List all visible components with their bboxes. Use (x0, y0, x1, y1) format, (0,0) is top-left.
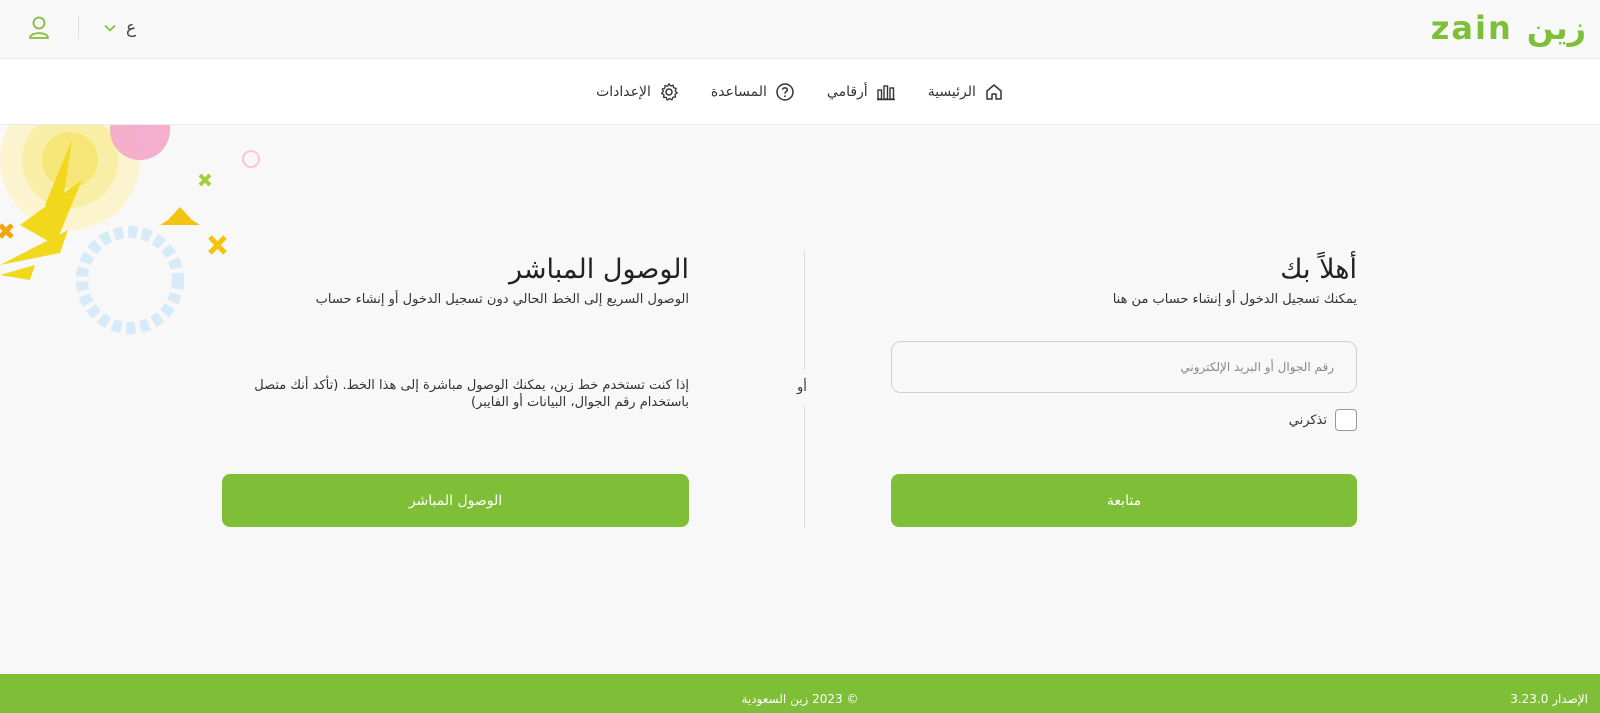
login-subtitle: يمكنك تسجيل الدخول أو إنشاء حساب من هنا (1112, 292, 1357, 307)
home-icon (986, 84, 1002, 100)
nav-item-home[interactable]: الرئيسية (928, 82, 1004, 102)
user-account-button[interactable] (26, 14, 52, 42)
description-line-1: إذا كنت تستخدم خط زين، يمكنك الوصول مباش… (254, 378, 689, 393)
direct-access-button[interactable]: الوصول المباشر (222, 474, 689, 527)
input-placeholder: رقم الجوال أو البريد الإلكتروني (1180, 360, 1334, 374)
login-title: أهلاً بك (1280, 254, 1357, 285)
continue-button[interactable]: متابعة (891, 474, 1357, 527)
logo-latin-text: zain (1430, 9, 1513, 47)
or-label: أو (797, 380, 807, 395)
user-icon (29, 16, 49, 39)
version-text: الإصدار 3.23.0 (1510, 692, 1588, 706)
login-panel: أهلاً بك يمكنك تسجيل الدخول أو إنشاء حسا… (891, 250, 1357, 307)
nav-item-label: الإعدادات (596, 84, 651, 100)
nav-item-help[interactable]: المساعدة (711, 82, 795, 102)
remember-me[interactable]: تذكرني (1289, 409, 1357, 431)
divider-line-bottom (804, 405, 805, 528)
top-bar: ع zain زين (0, 0, 1600, 59)
divider-line-top (804, 250, 805, 370)
continue-button-label: متابعة (1106, 492, 1142, 509)
bar-chart-icon (876, 85, 895, 101)
nav-item-settings[interactable]: الإعدادات (596, 82, 679, 102)
remember-me-checkbox[interactable] (1335, 409, 1357, 431)
help-icon (776, 83, 794, 101)
main-nav: الرئيسية أرقامي المساعدة الإعدادات (0, 59, 1600, 125)
remember-me-label: تذكرني (1288, 412, 1327, 428)
nav-item-label: الرئيسية (927, 84, 976, 100)
direct-access-button-label: الوصول المباشر (408, 492, 503, 509)
logo-arabic-text: زين (1526, 9, 1586, 47)
header-separator (78, 15, 79, 39)
decorative-illustration (0, 125, 270, 345)
description-line-2: باستخدام رقم الجوال، البيانات أو الفايبر… (471, 395, 689, 410)
nav-item-my-numbers[interactable]: أرقامي (827, 82, 896, 102)
zain-logo[interactable]: zain زين (1430, 9, 1586, 47)
direct-access-title: الوصول المباشر (509, 254, 689, 285)
direct-access-subtitle: الوصول السريع إلى الخط الحالي دون تسجيل … (315, 292, 689, 307)
language-value: ع (126, 18, 137, 38)
gear-icon (660, 83, 678, 101)
footer: © 2023 زين السعودية الإصدار 3.23.0 (0, 674, 1600, 713)
direct-access-panel: الوصول المباشر الوصول السريع إلى الخط ال… (222, 250, 689, 307)
nav-item-label: المساعدة (710, 84, 767, 100)
direct-access-description: إذا كنت تستخدم خط زين، يمكنك الوصول مباش… (222, 377, 689, 411)
nav-item-label: أرقامي (826, 84, 868, 100)
phone-or-email-input[interactable]: رقم الجوال أو البريد الإلكتروني (891, 341, 1357, 393)
chevron-down-icon (104, 24, 116, 32)
copyright-text: © 2023 زين السعودية (741, 692, 859, 706)
language-select[interactable]: ع (104, 16, 136, 40)
